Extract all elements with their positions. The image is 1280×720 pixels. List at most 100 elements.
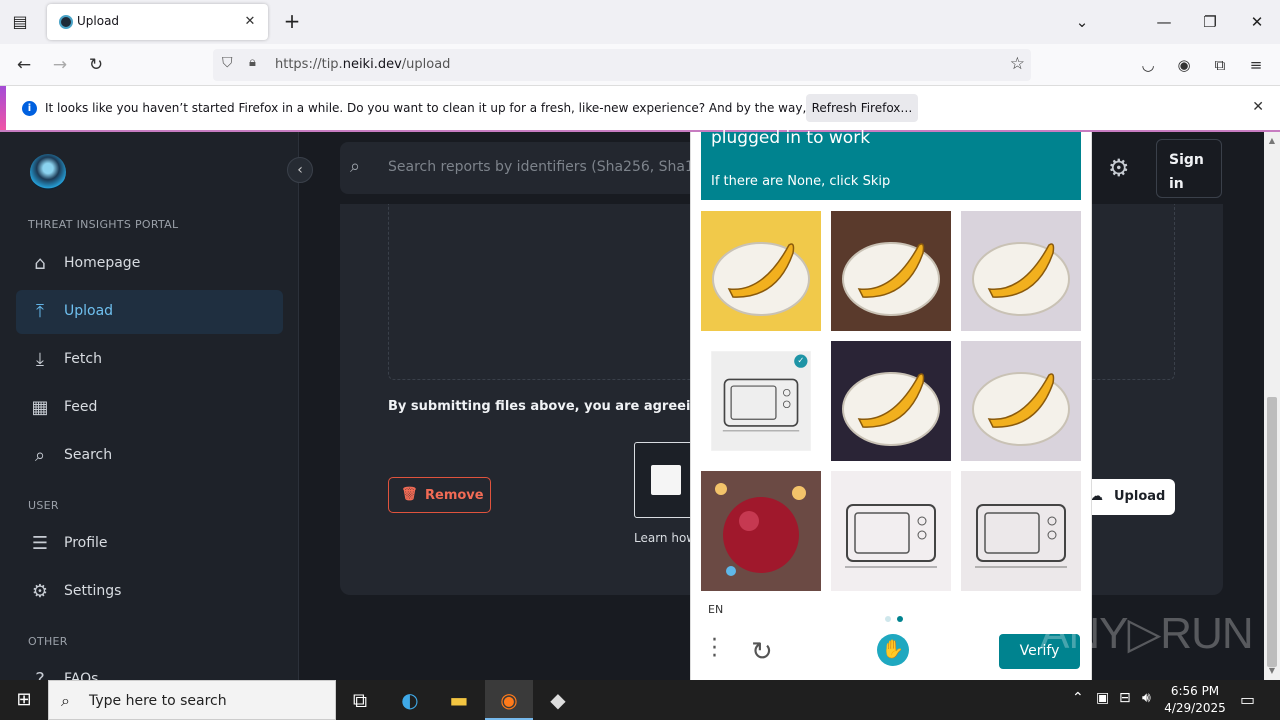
- challenge-tile-banana[interactable]: [961, 341, 1081, 461]
- bookmark-star-icon[interactable]: ☆: [1010, 54, 1025, 74]
- app-icon[interactable]: ◆: [534, 680, 582, 720]
- banana-image: [972, 372, 1070, 446]
- upload-label: Upload: [1114, 489, 1166, 504]
- tracking-shield-icon[interactable]: ⛉: [222, 55, 233, 71]
- extensions-icon[interactable]: ⧉: [1207, 52, 1233, 78]
- tab-title: Upload: [77, 14, 120, 28]
- minimize-button[interactable]: —: [1150, 8, 1178, 36]
- microwave-image: [845, 504, 937, 568]
- home-icon: ⌂: [34, 253, 46, 274]
- sign-in-line-2: in: [1169, 176, 1184, 192]
- sidebar-item-label: FAQs: [64, 671, 99, 680]
- tab-bar: ▤ Upload ✕ + ⌄ — ❐ ✕: [0, 0, 1280, 44]
- back-button[interactable]: ←: [11, 52, 37, 78]
- page-scrollbar[interactable]: ▲ ▼: [1264, 132, 1280, 680]
- tab-overflow-chevron-icon[interactable]: ⌄: [1068, 8, 1096, 36]
- language-selector[interactable]: EN: [708, 603, 723, 616]
- system-clock[interactable]: 6:56 PM 4/29/2025: [1160, 683, 1230, 717]
- challenge-tile-ball[interactable]: [701, 471, 821, 591]
- sidebar-item-label: Upload: [64, 303, 114, 319]
- profile-icon: ☰: [31, 533, 49, 554]
- url-bar[interactable]: ⛉ 🔒︎ https://tip.neiki.dev/upload ☆: [213, 49, 1031, 81]
- sidebar-item-label: Homepage: [64, 255, 141, 271]
- page-dot-active: [897, 616, 903, 622]
- taskbar: ⊞ ⌕ Type here to search ⧉ ◐ ▬ ◉ ◆ ⌃ ▣ ⊟ …: [0, 680, 1280, 720]
- page-dot: [885, 616, 891, 622]
- refresh-challenge-icon[interactable]: ↻: [751, 637, 773, 667]
- taskbar-search-input[interactable]: ⌕ Type here to search: [48, 680, 336, 720]
- sign-in-line-1: Sign: [1169, 152, 1204, 168]
- network-icon[interactable]: ⊟: [1119, 690, 1131, 706]
- gear-icon: ⚙: [31, 581, 49, 602]
- sidebar-item-upload[interactable]: ⤒ Upload: [16, 290, 283, 334]
- tray-chevron-icon[interactable]: ⌃: [1072, 690, 1084, 706]
- tab-list-icon[interactable]: ▤: [8, 10, 32, 34]
- task-view-icon[interactable]: ⧉: [336, 680, 384, 720]
- captcha-checkbox[interactable]: [651, 465, 681, 495]
- sidebar-item-feed[interactable]: ▦ Feed: [16, 386, 283, 430]
- learn-how-link[interactable]: Learn how: [634, 531, 696, 545]
- scroll-up-icon[interactable]: ▲: [1267, 136, 1277, 146]
- challenge-tile-microwave[interactable]: [831, 471, 951, 591]
- challenge-skip-hint: If there are None, click Skip: [711, 174, 891, 189]
- restore-button[interactable]: ❐: [1196, 8, 1224, 36]
- challenge-tile-banana[interactable]: [831, 341, 951, 461]
- firefox-icon[interactable]: ◉: [485, 680, 533, 720]
- logo-icon[interactable]: [30, 154, 66, 190]
- lock-icon[interactable]: 🔒︎: [249, 55, 256, 70]
- scroll-thumb[interactable]: [1267, 397, 1277, 667]
- tab-upload[interactable]: Upload ✕: [47, 4, 268, 40]
- challenge-tile-banana[interactable]: [701, 211, 821, 331]
- notification-close-icon[interactable]: ✕: [1252, 99, 1264, 115]
- close-window-button[interactable]: ✕: [1243, 8, 1271, 36]
- banana-image: [972, 242, 1070, 316]
- anyrun-watermark: ANY▷RUN: [1040, 609, 1254, 658]
- search-icon: ⌕: [34, 445, 46, 466]
- more-options-icon[interactable]: · · ·: [711, 630, 718, 668]
- section-label-other: OTHER: [28, 635, 68, 648]
- sidebar-item-faqs[interactable]: ? FAQs: [16, 658, 283, 680]
- tab-close-icon[interactable]: ✕: [240, 12, 260, 32]
- volume-icon[interactable]: 🔊︎: [1142, 690, 1151, 706]
- upload-icon: ⤒: [36, 301, 44, 322]
- sidebar-item-fetch[interactable]: ⤓ Fetch: [16, 338, 283, 382]
- sidebar-collapse-chevron-icon[interactable]: ‹: [287, 157, 313, 183]
- menu-icon[interactable]: ≡: [1243, 52, 1269, 78]
- challenge-tile-banana[interactable]: [831, 211, 951, 331]
- edge-browser-icon[interactable]: ◐: [386, 680, 434, 720]
- sign-in-button[interactable]: Sign in: [1156, 139, 1222, 198]
- device-icon[interactable]: ▣: [1096, 690, 1109, 706]
- pocket-icon[interactable]: ◡: [1135, 52, 1161, 78]
- scroll-down-icon[interactable]: ▼: [1267, 666, 1277, 676]
- terms-agreement-text: By submitting files above, you are agree…: [388, 399, 729, 414]
- remove-label: Remove: [425, 488, 484, 503]
- challenge-tile-microwave[interactable]: [961, 471, 1081, 591]
- file-explorer-icon[interactable]: ▬: [435, 680, 483, 720]
- upload-button[interactable]: ☁ Upload: [1080, 479, 1175, 515]
- sidebar-item-homepage[interactable]: ⌂ Homepage: [16, 242, 283, 286]
- trash-icon: 🗑︎: [401, 487, 418, 502]
- notifications-icon[interactable]: ▭: [1240, 690, 1255, 709]
- challenge-prompt: plugged in to work: [711, 128, 871, 148]
- new-tab-button[interactable]: +: [280, 10, 304, 34]
- ball-image: [715, 483, 806, 576]
- hcaptcha-logo-icon[interactable]: ✋: [877, 634, 909, 666]
- notification-accent: [0, 86, 6, 130]
- windows-start-icon[interactable]: ⊞: [0, 680, 48, 720]
- challenge-tile-microwave[interactable]: ✓: [711, 351, 811, 451]
- sidebar-item-profile[interactable]: ☰ Profile: [16, 522, 283, 566]
- fetch-icon: ⤓: [36, 349, 44, 370]
- url-domain: neiki.dev: [342, 57, 402, 72]
- sidebar-item-search[interactable]: ⌕ Search: [16, 434, 283, 478]
- settings-gear-icon[interactable]: ⚙: [1108, 154, 1130, 182]
- forward-button[interactable]: →: [47, 52, 73, 78]
- refresh-firefox-button[interactable]: Refresh Firefox…: [806, 94, 918, 122]
- report-search-input[interactable]: ⌕ Search reports by identifiers (Sha256,…: [340, 142, 752, 194]
- remove-button[interactable]: 🗑︎ Remove: [388, 477, 491, 513]
- reload-button[interactable]: ↻: [83, 52, 109, 78]
- sidebar-item-settings[interactable]: ⚙ Settings: [16, 570, 283, 614]
- account-icon[interactable]: ◉: [1171, 52, 1197, 78]
- notification-message: It looks like you haven’t started Firefo…: [45, 101, 901, 115]
- challenge-tile-banana[interactable]: [961, 211, 1081, 331]
- info-icon: i: [22, 101, 37, 116]
